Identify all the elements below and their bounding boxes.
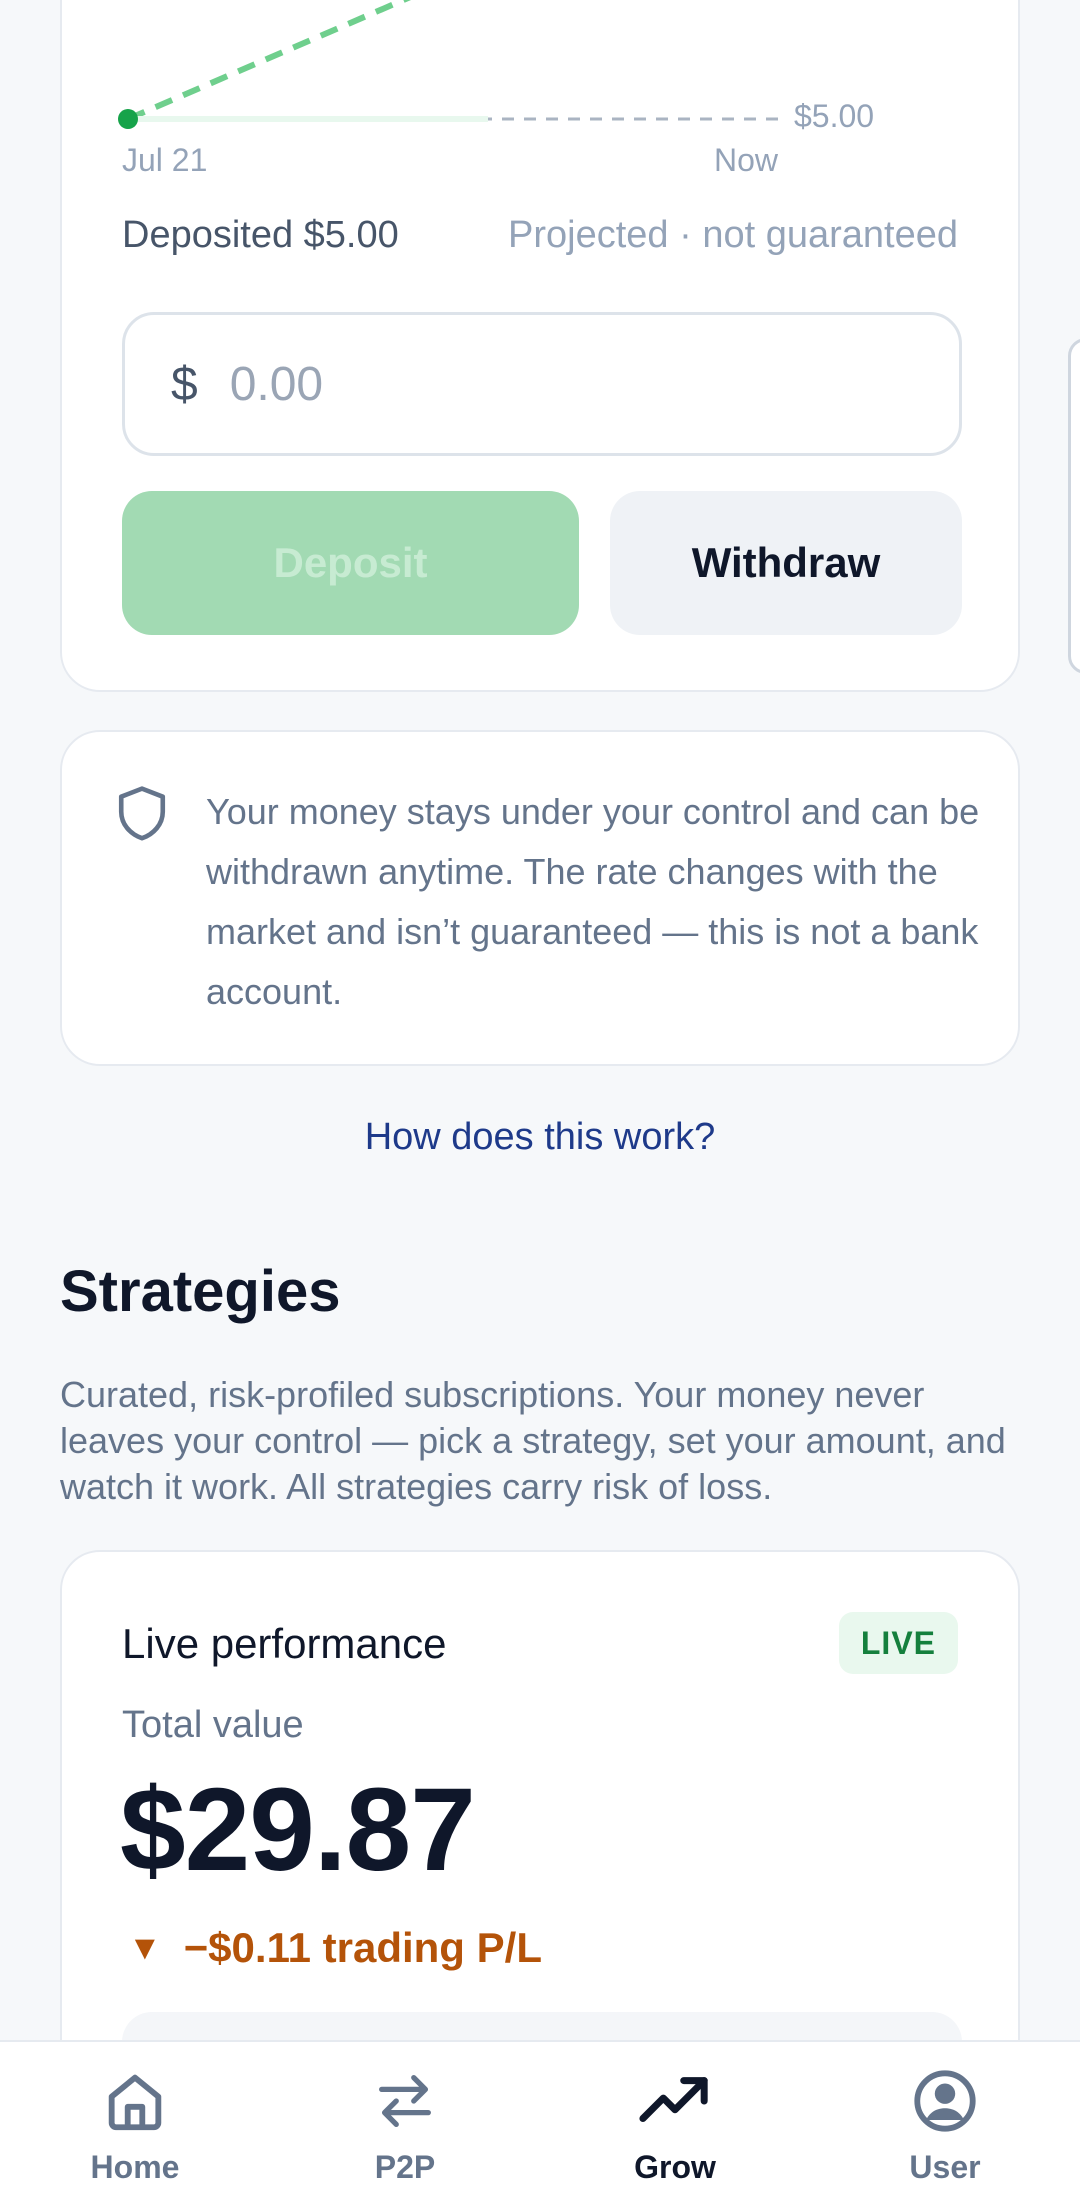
deposit-button[interactable]: Deposit <box>122 491 579 635</box>
withdraw-button[interactable]: Withdraw <box>610 491 962 635</box>
amount-field[interactable]: $ <box>122 312 962 456</box>
bottom-nav: Home P2P Grow User <box>0 2040 1080 2204</box>
down-triangle-icon: ▼ <box>128 1928 162 1967</box>
nav-label-grow: Grow <box>634 2149 716 2185</box>
nav-label-user: User <box>909 2149 981 2185</box>
info-text: Your money stays under your control and … <box>206 791 980 1012</box>
live-performance-title: Live performance <box>122 1620 447 1667</box>
grow-screen: $5.00 Jul 21 Now Deposited $5.00 Project… <box>0 0 1080 2204</box>
nav-item-grow[interactable]: Grow <box>540 2042 810 2204</box>
chart-value-label: $5.00 <box>794 98 875 134</box>
chart-start-dot <box>118 109 138 129</box>
amount-input[interactable] <box>227 355 828 413</box>
nav-label-p2p: P2P <box>374 2149 436 2185</box>
user-circle-icon <box>910 2066 980 2141</box>
chart-fill-band <box>128 116 488 122</box>
swap-arrows-icon <box>370 2066 440 2141</box>
home-icon <box>100 2066 170 2141</box>
chart-end-label: Now <box>714 142 779 178</box>
currency-symbol: $ <box>171 357 198 411</box>
projection-chart: $5.00 Jul 21 Now <box>62 0 1022 182</box>
how-does-this-work-link[interactable]: How does this work? <box>0 1116 1080 1159</box>
nav-item-p2p[interactable]: P2P <box>270 2042 540 2204</box>
strategies-title: Strategies <box>60 1259 341 1324</box>
trading-pl: ▼ −$0.11 trading P/L <box>128 1924 542 1972</box>
live-badge: LIVE <box>838 1612 958 1674</box>
trading-pl-text: −$0.11 trading P/L <box>183 1924 542 1971</box>
info-card: Your money stays under your control and … <box>60 730 1020 1066</box>
total-value-label: Total value <box>122 1704 304 1746</box>
projected-note: Projected · not guaranteed <box>508 214 958 256</box>
shield-icon <box>114 784 170 849</box>
adjacent-card-edge[interactable] <box>1068 338 1080 674</box>
total-value: $29.87 <box>120 1764 476 1896</box>
chart-start-label: Jul 21 <box>122 142 208 178</box>
chart-projection-line <box>126 0 412 122</box>
trending-up-icon <box>637 2066 713 2141</box>
deposited-amount: Deposited $5.00 <box>122 214 399 256</box>
savings-card: $5.00 Jul 21 Now Deposited $5.00 Project… <box>60 0 1020 692</box>
nav-item-home[interactable]: Home <box>0 2042 270 2204</box>
nav-item-user[interactable]: User <box>810 2042 1080 2204</box>
strategies-description: Curated, risk-profiled subscriptions. Yo… <box>60 1374 1006 1507</box>
nav-label-home: Home <box>90 2149 180 2185</box>
